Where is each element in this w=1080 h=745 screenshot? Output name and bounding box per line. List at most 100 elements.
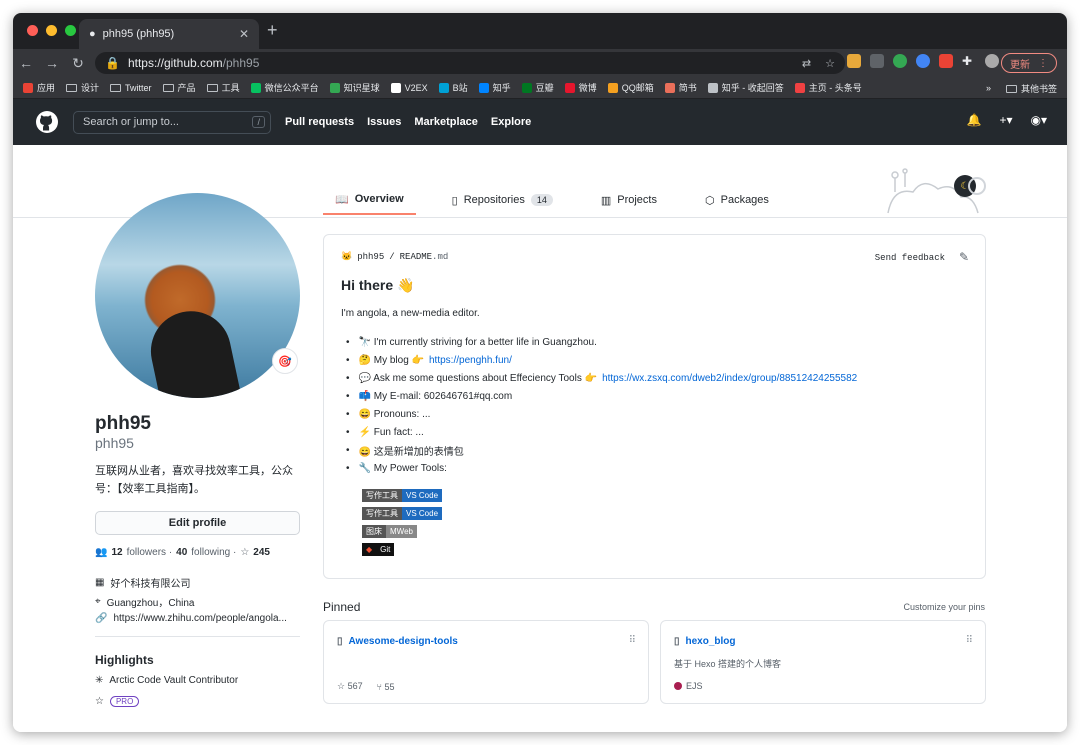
readme-user[interactable]: phh95	[357, 252, 384, 262]
customize-pins-link[interactable]: Customize your pins	[903, 602, 985, 612]
list-item: 📫 My E-mail: 602646761#qq.com	[346, 387, 857, 405]
location-icon: ⌖	[95, 596, 101, 607]
bookmark-item[interactable]: QQ邮箱	[607, 81, 654, 94]
nav-pull-requests[interactable]: Pull requests	[285, 116, 354, 128]
profile-url[interactable]: https://www.zhihu.com/people/angola...	[113, 613, 286, 624]
badge-label: 写作工具	[362, 507, 402, 520]
back-button[interactable]: ←	[13, 55, 39, 71]
profile-avatar[interactable]	[985, 54, 999, 68]
bell-icon[interactable]: 🔔	[967, 113, 982, 127]
repo-name[interactable]: hexo_blog	[686, 636, 736, 647]
github-logo-icon[interactable]	[35, 110, 59, 134]
user-avatar-menu[interactable]: ◉▾	[1031, 113, 1048, 127]
zsxq-link[interactable]: https://wx.zsxq.com/dweb2/index/group/88…	[602, 373, 857, 384]
extension-icon[interactable]	[939, 54, 953, 68]
badge[interactable]: 写作工具 VS Code	[362, 489, 443, 502]
badge[interactable]: 写作工具 VS Code	[362, 507, 443, 520]
tab-packages[interactable]: ⬡ Packages	[693, 185, 781, 215]
nav-issues[interactable]: Issues	[367, 116, 401, 128]
star-count[interactable]: 567	[348, 681, 363, 691]
bookmark-item[interactable]: 应用	[23, 81, 55, 94]
bookmark-item[interactable]: 知乎	[478, 81, 511, 94]
nav-marketplace[interactable]: Marketplace	[414, 116, 478, 128]
drag-handle[interactable]: ⠿	[966, 635, 973, 646]
pinned-title: Pinned	[323, 600, 361, 614]
avatar-hand	[143, 303, 243, 398]
bookmark-item[interactable]: 微信公众平台	[250, 81, 319, 94]
profile-avatar-large[interactable]	[95, 193, 300, 398]
bookmark-item[interactable]: V2EX	[390, 82, 428, 93]
bookmark-item[interactable]: 设计	[66, 81, 99, 94]
puzzle-icon[interactable]: ✚	[962, 54, 976, 68]
blog-link[interactable]: https://penghh.fun/	[429, 355, 512, 366]
extension-icon[interactable]	[847, 54, 861, 68]
extension-icon[interactable]	[916, 54, 930, 68]
other-bookmarks[interactable]: 其他书签	[1005, 82, 1057, 95]
badge[interactable]: 图床 MWeb	[362, 525, 442, 538]
stars-count[interactable]: 245	[253, 547, 270, 558]
pencil-icon[interactable]: ✎	[959, 250, 969, 264]
bookmark-item[interactable]: 工具	[206, 81, 240, 94]
tab-projects[interactable]: ▥ Projects	[589, 185, 669, 215]
close-window-button[interactable]	[27, 25, 38, 36]
tab-repositories[interactable]: ▯ Repositories 14	[440, 185, 565, 215]
maximize-button[interactable]	[65, 25, 76, 36]
snowflake-icon: ✳	[95, 675, 104, 686]
create-new-icon[interactable]: +▾	[999, 113, 1012, 127]
nav-explore[interactable]: Explore	[491, 116, 531, 128]
theme-toggle[interactable]	[968, 177, 986, 195]
highlight-label[interactable]: Arctic Code Vault Contributor	[109, 675, 238, 686]
bookmark-item[interactable]: B站	[438, 81, 468, 94]
close-tab-icon[interactable]: ✕	[239, 27, 249, 41]
pinned-card[interactable]: ▯ hexo_blog ⠿ 基于 Hexo 搭建的个人博客 EJS	[660, 620, 986, 704]
search-input[interactable]: Search or jump to... /	[73, 110, 271, 134]
bookmark-item[interactable]: 主页 - 头条号	[794, 81, 862, 94]
bookmark-item[interactable]: 知乎 - 收起回答	[707, 81, 784, 94]
update-button[interactable]: 更新 ⋮	[1001, 53, 1057, 73]
bookmark-item[interactable]: Twitter	[110, 83, 152, 93]
building-icon: ▦	[95, 577, 105, 588]
package-icon: ⬡	[705, 194, 715, 207]
badge[interactable]: ◆ Git	[362, 543, 442, 556]
bookmark-item[interactable]: 微博	[564, 81, 597, 94]
bookmark-item[interactable]: 产品	[162, 81, 196, 94]
set-status-icon[interactable]: 🎯	[272, 348, 298, 374]
pro-badge[interactable]: PRO	[109, 696, 140, 707]
bookmark-item[interactable]: 豆瓣	[521, 81, 554, 94]
star-icon[interactable]: ☆	[825, 57, 835, 70]
fork-count[interactable]: 55	[385, 682, 395, 692]
new-tab-button[interactable]: +	[267, 20, 278, 41]
bookmark-icon	[329, 82, 340, 93]
more-bookmarks-button[interactable]: »	[986, 83, 991, 93]
profile-page: 📖 Overview ▯ Repositories 14 ▥ Projects ⬡ Pac…	[13, 145, 1067, 732]
bookmark-item[interactable]: 简书	[664, 81, 697, 94]
bookmark-label: 微信公众平台	[264, 83, 319, 93]
minimize-button[interactable]	[46, 25, 57, 36]
list-item-text: 🔭 I'm currently striving for a better li…	[358, 336, 597, 348]
url-field[interactable]: 🔒 https://github.com/phh95 ⇄ ☆	[95, 52, 845, 74]
reload-button[interactable]: ↻	[65, 55, 91, 72]
bookmark-label: 工具	[221, 83, 240, 93]
pinned-card[interactable]: ▯ Awesome-design-tools ⠿ ☆ 567 ⑂ 55	[323, 620, 649, 704]
send-feedback-link[interactable]: Send feedback	[875, 253, 945, 263]
profile-link[interactable]: 🔗 https://www.zhihu.com/people/angola...	[95, 613, 287, 624]
bookmark-item[interactable]: 知识星球	[329, 81, 380, 94]
translate-icon[interactable]: ⇄	[802, 57, 811, 70]
tab-title: phh95 (phh95)	[102, 28, 175, 40]
bookmark-label: 简书	[678, 83, 697, 93]
github-header: Search or jump to... / Pull requests Issue…	[13, 99, 1067, 145]
list-item: 😄 这是新增加的表情包	[346, 441, 857, 459]
extension-icon[interactable]	[893, 54, 907, 68]
tab-overview[interactable]: 📖 Overview	[323, 185, 416, 215]
followers-count[interactable]: 12	[111, 547, 122, 558]
drag-handle[interactable]: ⠿	[629, 635, 636, 646]
readme-file[interactable]: README	[400, 252, 432, 262]
extension-icon[interactable]	[870, 54, 884, 68]
browser-tab[interactable]: ● phh95 (phh95) ✕	[79, 19, 259, 49]
forward-button[interactable]: →	[39, 55, 65, 71]
readme-ext: .md	[432, 252, 449, 262]
repo-name[interactable]: Awesome-design-tools	[349, 636, 458, 647]
following-count[interactable]: 40	[176, 547, 187, 558]
bookmark-label: B站	[452, 83, 468, 93]
edit-profile-button[interactable]: Edit profile	[95, 511, 300, 535]
